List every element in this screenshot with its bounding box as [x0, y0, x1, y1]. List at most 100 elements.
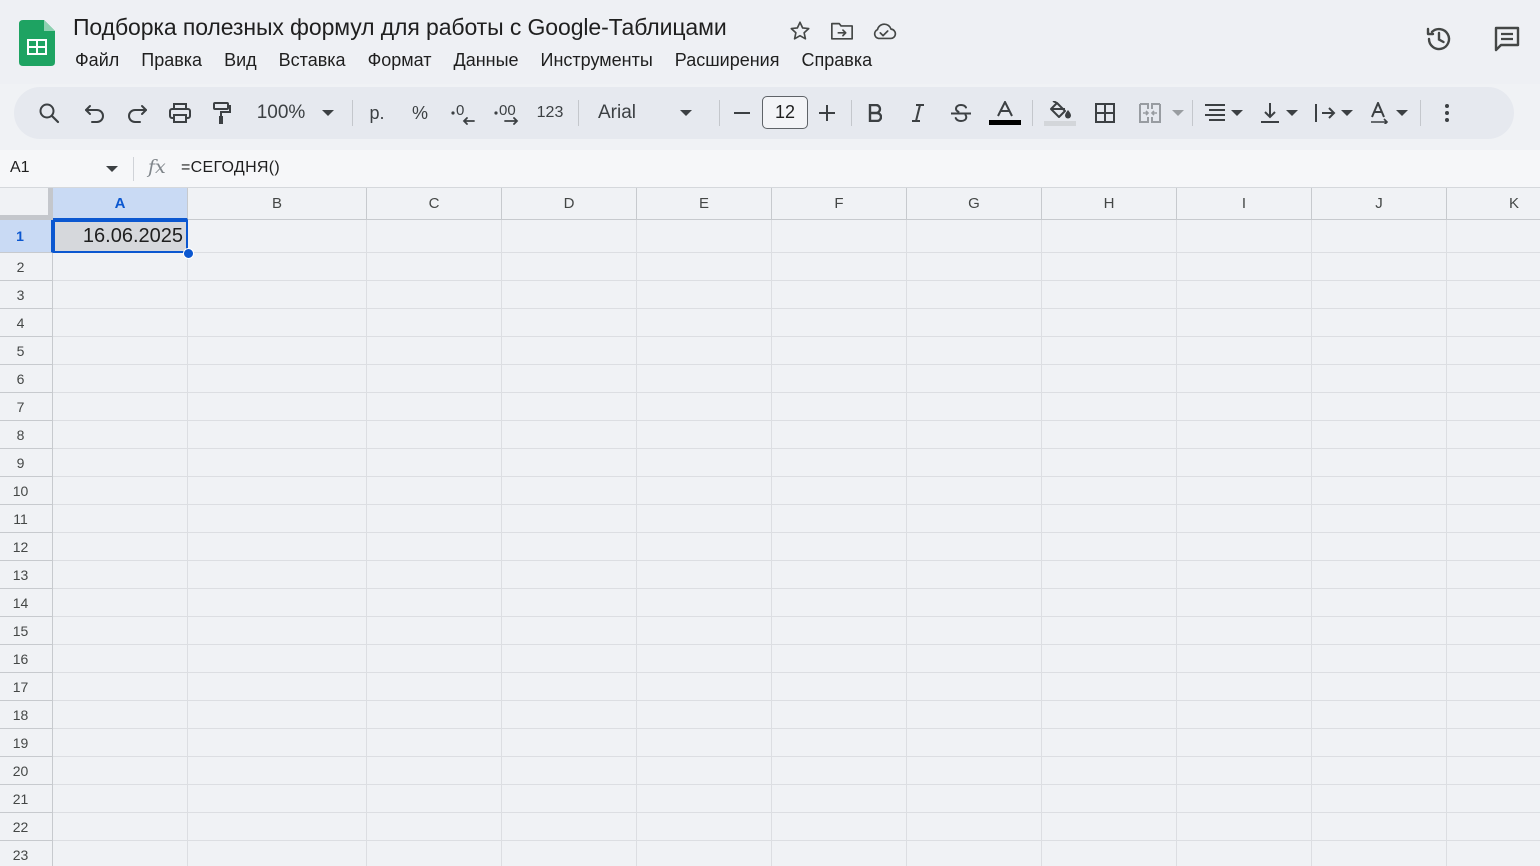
redo-icon[interactable]: [122, 95, 152, 131]
sheets-logo-icon[interactable]: [19, 20, 55, 66]
menu-file[interactable]: Файл: [64, 48, 130, 73]
menu-view[interactable]: Вид: [213, 48, 268, 73]
zoom-dropdown-icon[interactable]: [320, 95, 336, 131]
vertical-align-icon[interactable]: [1257, 95, 1283, 131]
row-header-14[interactable]: 14: [0, 589, 53, 617]
menu-extensions[interactable]: Расширения: [664, 48, 791, 73]
sheet-grid[interactable]: A B C D E F G H I J K 1 2 3 4 5 6 7 8 9 10 11 12 13 14 15 16 17 18 19…: [0, 188, 1540, 866]
formula-input[interactable]: =СЕГОДНЯ(): [181, 159, 280, 177]
comments-icon[interactable]: [1488, 20, 1526, 58]
font-family-select[interactable]: Arial: [590, 95, 700, 131]
currency-format-button[interactable]: р.: [364, 95, 390, 131]
text-rotation-icon[interactable]: [1367, 95, 1393, 131]
increase-decimal-icon[interactable]: 00: [491, 95, 523, 131]
cell-a1[interactable]: 16.06.2025: [53, 220, 188, 253]
row-header-13[interactable]: 13: [0, 561, 53, 589]
row-header-2[interactable]: 2: [0, 253, 53, 281]
decrease-font-size-icon[interactable]: [729, 95, 755, 131]
menu-help[interactable]: Справка: [790, 48, 883, 73]
grid-row-line: [53, 392, 1540, 393]
row-header-3[interactable]: 3: [0, 281, 53, 309]
merge-cells-icon[interactable]: [1135, 95, 1165, 131]
font-family-value: Arial: [598, 102, 637, 123]
column-header-c[interactable]: C: [367, 188, 502, 220]
horizontal-align-dropdown-icon[interactable]: [1230, 95, 1244, 131]
menu-edit[interactable]: Правка: [130, 48, 213, 73]
row-header-20[interactable]: 20: [0, 757, 53, 785]
row-header-11[interactable]: 11: [0, 505, 53, 533]
italic-icon[interactable]: [905, 95, 931, 131]
borders-icon[interactable]: [1091, 95, 1119, 131]
column-header-h[interactable]: H: [1042, 188, 1177, 220]
fill-handle[interactable]: [183, 248, 194, 259]
grid-column-line: [366, 220, 367, 866]
row-header-6[interactable]: 6: [0, 365, 53, 393]
fill-color-icon[interactable]: [1042, 95, 1078, 131]
row-header-1[interactable]: 1: [0, 220, 53, 253]
bold-icon[interactable]: [862, 95, 888, 131]
column-header-e[interactable]: E: [637, 188, 772, 220]
row-header-23[interactable]: 23: [0, 841, 53, 866]
vertical-align-dropdown-icon[interactable]: [1285, 95, 1299, 131]
text-color-swatch: [989, 120, 1021, 125]
name-box-dropdown-icon[interactable]: [106, 166, 118, 172]
row-header-8[interactable]: 8: [0, 421, 53, 449]
search-icon[interactable]: [34, 95, 64, 131]
zoom-value: 100%: [256, 102, 306, 123]
column-header-k[interactable]: K: [1447, 188, 1540, 220]
row-header-19[interactable]: 19: [0, 729, 53, 757]
column-header-a[interactable]: A: [53, 188, 188, 220]
row-header-18[interactable]: 18: [0, 701, 53, 729]
menu-data[interactable]: Данные: [443, 48, 530, 73]
more-formats-button[interactable]: 123: [534, 95, 566, 131]
column-header-b[interactable]: B: [188, 188, 367, 220]
increase-font-size-icon[interactable]: [814, 95, 840, 131]
cloud-saved-icon[interactable]: [869, 16, 899, 46]
grid-row-line: [53, 420, 1540, 421]
row-header-17[interactable]: 17: [0, 673, 53, 701]
text-rotation-dropdown-icon[interactable]: [1395, 95, 1409, 131]
text-wrapping-dropdown-icon[interactable]: [1340, 95, 1354, 131]
percent-format-button[interactable]: %: [407, 95, 433, 131]
document-title[interactable]: Подборка полезных формул для работы с Go…: [73, 14, 727, 41]
print-icon[interactable]: [165, 95, 195, 131]
grid-row-line: [53, 448, 1540, 449]
toolbar: 100% р. % 0 00 123 Arial 12: [14, 87, 1514, 139]
select-all-corner[interactable]: [0, 188, 53, 220]
font-size-input[interactable]: 12: [762, 96, 808, 129]
row-header-15[interactable]: 15: [0, 617, 53, 645]
menu-insert[interactable]: Вставка: [268, 48, 357, 73]
column-header-d[interactable]: D: [502, 188, 637, 220]
row-header-7[interactable]: 7: [0, 393, 53, 421]
grid-row-line: [53, 588, 1540, 589]
row-header-5[interactable]: 5: [0, 337, 53, 365]
paint-format-icon[interactable]: [207, 95, 237, 131]
fill-color-swatch: [1044, 120, 1076, 126]
row-header-22[interactable]: 22: [0, 813, 53, 841]
text-color-icon[interactable]: [988, 95, 1022, 131]
star-icon[interactable]: [785, 16, 815, 46]
menu-tools[interactable]: Инструменты: [530, 48, 664, 73]
column-header-f[interactable]: F: [772, 188, 907, 220]
row-header-16[interactable]: 16: [0, 645, 53, 673]
decrease-decimal-icon[interactable]: 0: [448, 95, 478, 131]
row-header-9[interactable]: 9: [0, 449, 53, 477]
name-box[interactable]: A1: [10, 159, 30, 177]
row-header-21[interactable]: 21: [0, 785, 53, 813]
horizontal-align-icon[interactable]: [1202, 95, 1228, 131]
strikethrough-icon[interactable]: [947, 95, 975, 131]
text-wrapping-icon[interactable]: [1312, 95, 1338, 131]
undo-icon[interactable]: [80, 95, 110, 131]
column-header-j[interactable]: J: [1312, 188, 1447, 220]
column-header-g[interactable]: G: [907, 188, 1042, 220]
version-history-icon[interactable]: [1420, 20, 1458, 58]
column-header-i[interactable]: I: [1177, 188, 1312, 220]
row-header-4[interactable]: 4: [0, 309, 53, 337]
merge-dropdown-icon[interactable]: [1171, 95, 1185, 131]
more-options-icon[interactable]: [1434, 95, 1460, 131]
zoom-select[interactable]: 100%: [252, 95, 310, 131]
menu-format[interactable]: Формат: [357, 48, 443, 73]
row-header-10[interactable]: 10: [0, 477, 53, 505]
row-header-12[interactable]: 12: [0, 533, 53, 561]
move-folder-icon[interactable]: [827, 16, 857, 46]
